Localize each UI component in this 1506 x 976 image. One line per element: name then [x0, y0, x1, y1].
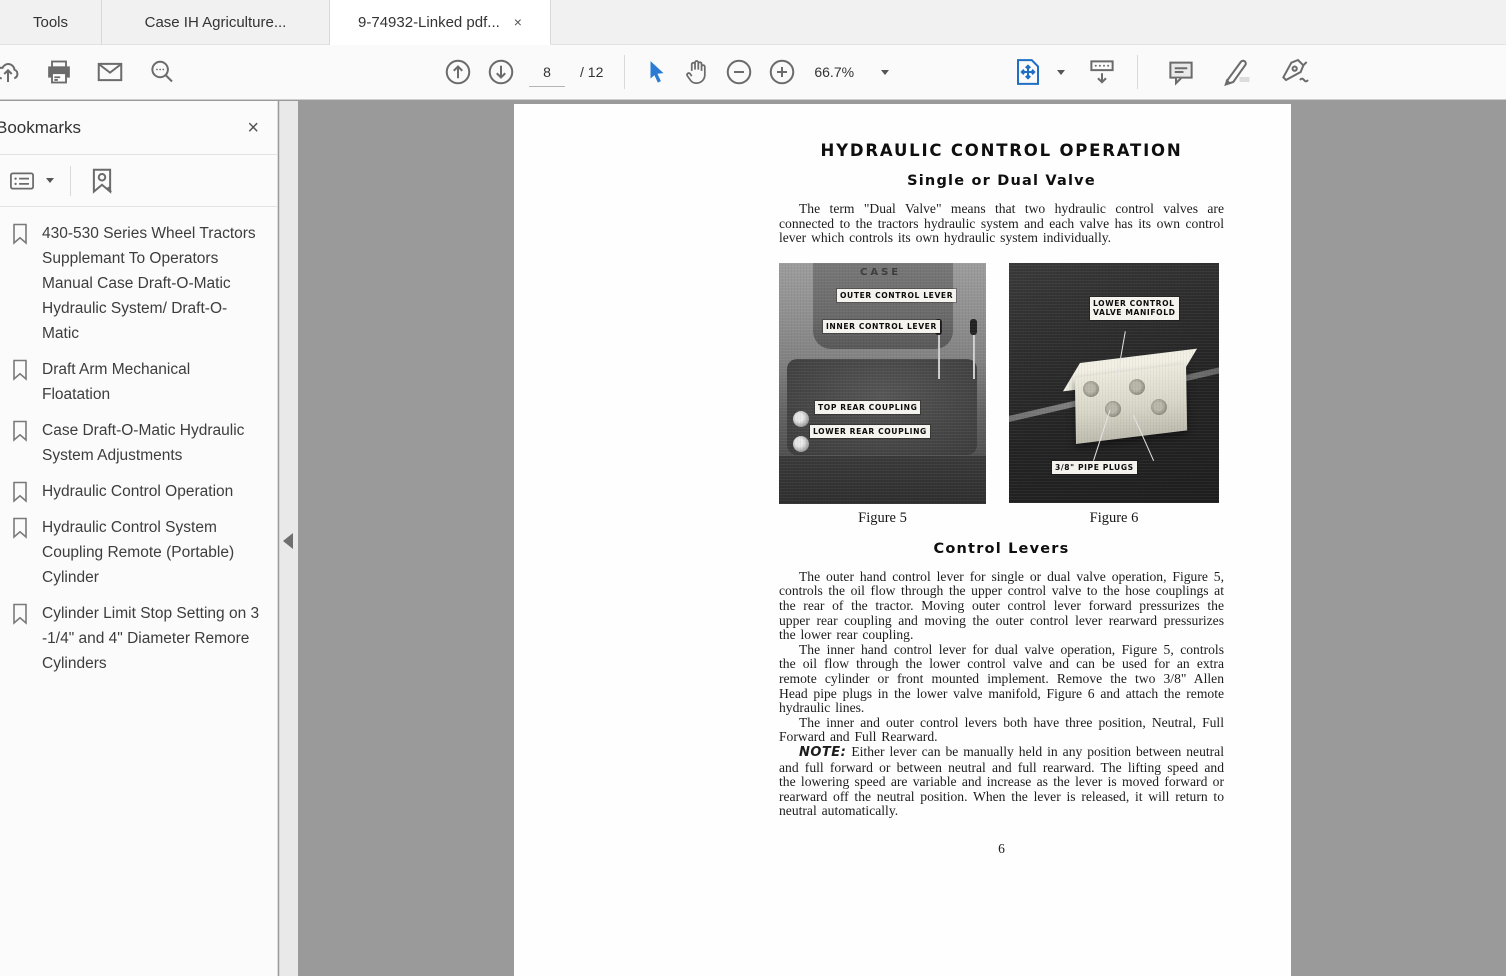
bookmark-item[interactable]: Cylinder Limit Stop Setting on 3 -1/4" a… — [10, 601, 269, 676]
page-content: HYDRAULIC CONTROL OPERATION Single or Du… — [779, 104, 1224, 857]
find-current-bookmark-icon[interactable] — [87, 166, 117, 196]
bookmark-item-label: Hydraulic Control System Coupling Remote… — [42, 519, 235, 586]
tab-close-icon[interactable]: × — [514, 15, 522, 29]
toolbar-divider — [1137, 55, 1138, 89]
figure5-label-lower-rear-coupling: LOWER REAR COUPLING — [810, 424, 930, 439]
email-icon[interactable] — [95, 57, 125, 87]
zoom-level-value: 66.7% — [814, 64, 855, 80]
select-tool-icon[interactable] — [644, 59, 670, 85]
bookmark-item-label: 430-530 Series Wheel Tractors Supplemant… — [42, 225, 256, 342]
bookmark-item[interactable]: Hydraulic Control Operation — [10, 479, 269, 504]
figure-5-photo: CASE OUTER CONTROL LEVER INNER CONTROL L… — [779, 262, 986, 504]
bookmark-item[interactable]: Case Draft-O-Matic Hydraulic System Adju… — [10, 418, 269, 468]
note-paragraph: NOTE: Either lever can be manually held … — [779, 743, 1224, 819]
bookmark-item[interactable]: Hydraulic Control System Coupling Remote… — [10, 515, 269, 590]
bookmark-options-chevron-icon[interactable] — [46, 178, 54, 183]
toolbar-divider — [624, 55, 626, 89]
page-subtitle: Single or Dual Valve — [907, 173, 1096, 189]
search-icon[interactable] — [147, 57, 177, 87]
document-scroll-area[interactable]: HYDRAULIC CONTROL OPERATION Single or Du… — [298, 101, 1506, 976]
figure-captions-row: Figure 5 Figure 6 — [779, 510, 1224, 527]
figure6-label-lower-control-valve-manifold: LOWER CONTROL VALVE MANIFOLD — [1090, 296, 1179, 320]
tab-document-active[interactable]: 9-74932-Linked pdf... × — [330, 0, 551, 45]
figure5-label-outer-control-lever: OUTER CONTROL LEVER — [837, 288, 957, 303]
bookmark-item-label: Case Draft-O-Matic Hydraulic System Adju… — [42, 422, 245, 464]
main-toolbar: / 12 66.7% — [0, 45, 1506, 100]
comment-icon[interactable] — [1166, 57, 1196, 87]
page-title: HYDRAULIC CONTROL OPERATION — [820, 141, 1183, 160]
figures-row: CASE OUTER CONTROL LEVER INNER CONTROL L… — [779, 262, 1224, 504]
share-cloud-upload-icon[interactable] — [0, 57, 23, 87]
pdf-page: HYDRAULIC CONTROL OPERATION Single or Du… — [514, 104, 1291, 976]
pdf-viewer-window: Tools Case IH Agriculture... 9-74932-Lin… — [0, 0, 1506, 976]
page-number: 6 — [998, 840, 1005, 856]
tab-tools[interactable]: Tools — [0, 0, 102, 45]
fit-page-dropdown-chevron-icon[interactable] — [1057, 69, 1065, 75]
bookmarks-panel: Bookmarks × 430-530 Series Wheel Tractor… — [0, 101, 278, 976]
bookmarks-header: Bookmarks × — [0, 101, 277, 155]
bookmarks-toolbar-divider — [70, 165, 71, 196]
zoom-out-icon[interactable] — [724, 57, 754, 87]
tab-bar: Tools Case IH Agriculture... 9-74932-Lin… — [0, 0, 1506, 45]
bookmarks-title: Bookmarks — [0, 117, 82, 137]
bookmark-options-icon[interactable] — [8, 167, 36, 195]
panel-resize-strip[interactable] — [279, 101, 298, 976]
fit-page-icon[interactable] — [1013, 57, 1043, 87]
figure6-caption: Figure 6 — [1089, 509, 1139, 526]
collapse-toolbar-icon[interactable] — [1087, 57, 1117, 87]
bookmark-item[interactable]: Draft Arm Mechanical Floatation — [10, 357, 269, 407]
bookmark-icon — [10, 479, 32, 504]
bookmarks-toolbar — [0, 155, 277, 207]
sign-pen-icon[interactable] — [1278, 56, 1310, 88]
tab-doc1-label: Case IH Agriculture... — [144, 14, 287, 31]
bookmark-icon — [10, 221, 32, 346]
tab-tools-label: Tools — [32, 14, 69, 31]
bookmark-item-label: Cylinder Limit Stop Setting on 3 -1/4" a… — [42, 605, 260, 672]
highlighter-icon[interactable] — [1222, 57, 1252, 87]
figure5-caption: Figure 5 — [858, 509, 907, 526]
figure5-label-top-rear-coupling: TOP REAR COUPLING — [815, 400, 921, 415]
bookmark-item-label: Hydraulic Control Operation — [42, 483, 234, 500]
zoom-dropdown-chevron-icon[interactable] — [881, 69, 890, 75]
bookmark-icon — [10, 357, 32, 407]
hand-tool-icon[interactable] — [683, 58, 711, 86]
page-count-label: / 12 — [580, 64, 604, 80]
note-text: Either lever can be manually held in any… — [779, 743, 1224, 819]
bookmark-icon — [10, 601, 32, 676]
intro-paragraph: The term "Dual Valve" means that two hyd… — [779, 201, 1224, 246]
figure6-label-pipe-plugs: 3/8" PIPE PLUGS — [1052, 460, 1137, 475]
tab-document-case-ih[interactable]: Case IH Agriculture... — [102, 0, 330, 45]
bookmark-icon — [10, 418, 32, 468]
bookmark-item-label: Draft Arm Mechanical Floatation — [42, 361, 191, 403]
figure5-label-inner-control-lever: INNER CONTROL LEVER — [823, 319, 940, 334]
next-page-icon[interactable] — [486, 57, 516, 87]
body-paragraph-2: The inner hand control lever for dual va… — [779, 641, 1224, 716]
tab-doc2-label: 9-74932-Linked pdf... — [358, 13, 500, 31]
note-label: NOTE: — [799, 744, 847, 760]
print-icon[interactable] — [45, 58, 73, 86]
bookmarks-close-icon[interactable]: × — [247, 118, 259, 138]
bookmark-item[interactable]: 430-530 Series Wheel Tractors Supplemant… — [10, 221, 269, 346]
body-paragraph-3: The inner and outer control levers both … — [779, 714, 1224, 745]
zoom-in-icon[interactable] — [767, 57, 797, 87]
body-paragraph-1: The outer hand control lever for single … — [779, 568, 1224, 643]
page-number-input[interactable] — [529, 57, 565, 87]
bookmark-icon — [10, 515, 32, 590]
collapse-panel-icon[interactable] — [283, 533, 293, 549]
bookmarks-list: 430-530 Series Wheel Tractors Supplemant… — [0, 207, 277, 676]
previous-page-icon[interactable] — [443, 57, 473, 87]
figure-6-photo: LOWER CONTROL VALVE MANIFOLD 3/8" PIPE P… — [1009, 262, 1219, 503]
section-heading: Control Levers — [933, 540, 1070, 557]
